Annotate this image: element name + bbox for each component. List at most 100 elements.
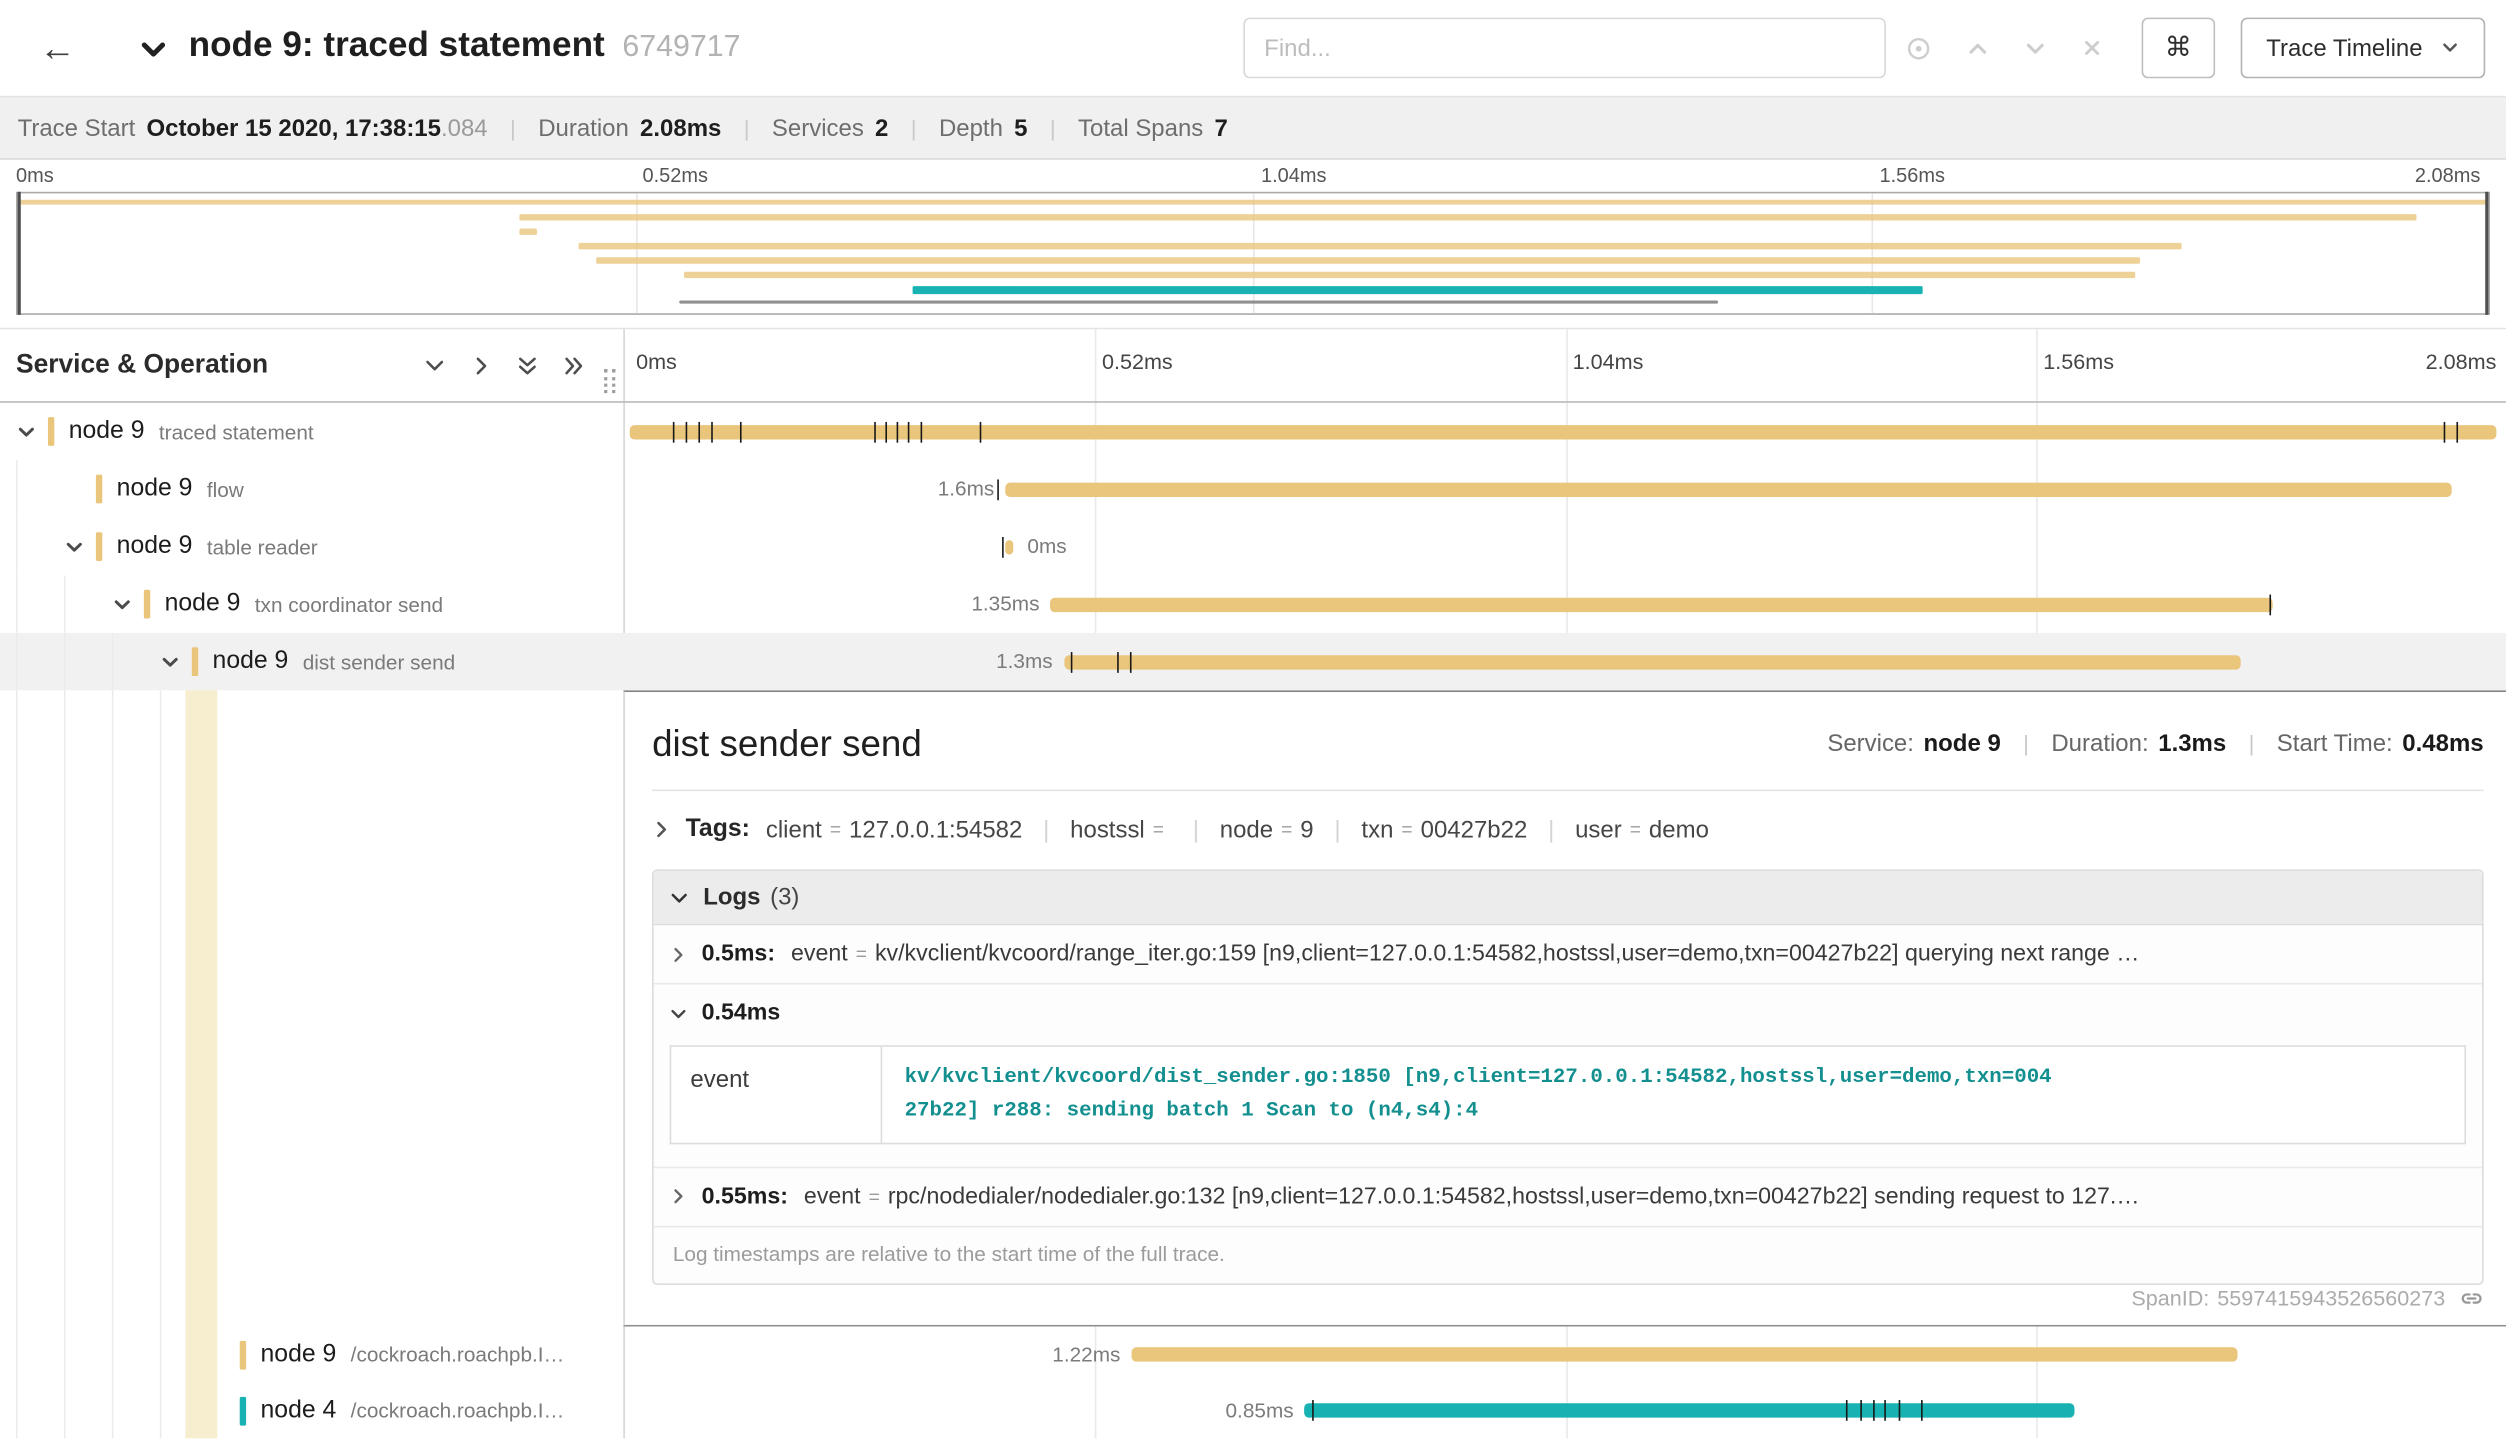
- top-bar: ← node 9: traced statement 6749717 ⌘ Tr: [0, 0, 2506, 96]
- span-detail-panel: dist sender send Service:node 9|Duration…: [623, 690, 2506, 1326]
- chevron-right-icon[interactable]: [652, 820, 671, 839]
- service-name: node 4: [261, 1396, 337, 1425]
- keyboard-shortcuts-button[interactable]: ⌘: [2142, 18, 2216, 79]
- minimap-span-bar: [596, 257, 2140, 263]
- find-input[interactable]: [1243, 18, 1885, 79]
- logs-header[interactable]: Logs (3): [654, 871, 2482, 925]
- span-row: node 9flow1.6ms: [0, 460, 2506, 518]
- log-marker-tick: [672, 421, 674, 442]
- log-marker-tick: [2444, 421, 2446, 442]
- span-name-cell[interactable]: node 9dist sender send: [0, 633, 623, 691]
- span-timeline-cell[interactable]: [623, 403, 2506, 461]
- span-bar[interactable]: [1005, 482, 2451, 496]
- span-name-cell[interactable]: node 4/cockroach.roachpb.I…: [0, 1382, 623, 1438]
- match-scope-button[interactable]: [1905, 34, 1932, 61]
- tag-key: client: [766, 816, 822, 843]
- viewport-handle-left[interactable]: [18, 192, 21, 315]
- span-bar[interactable]: [1305, 1403, 2075, 1417]
- equals-sign: =: [1281, 818, 1292, 840]
- chevron-down-icon: [670, 888, 689, 907]
- log-entry-expanded[interactable]: 0.54ms: [654, 983, 2482, 1042]
- separator: |: [510, 115, 516, 141]
- operation-name: dist sender send: [303, 650, 624, 674]
- summary-label: Depth: [939, 114, 1003, 141]
- splitter-grip[interactable]: [604, 369, 615, 393]
- tag-key: txn: [1361, 816, 1393, 843]
- detail-title-row: dist sender send Service:node 9|Duration…: [652, 718, 2484, 769]
- tree-controls: [424, 329, 585, 401]
- tags-label[interactable]: Tags:: [686, 815, 750, 844]
- equals-sign: =: [1401, 818, 1412, 840]
- separator: |: [2023, 730, 2029, 756]
- span-bar[interactable]: [1064, 654, 2241, 668]
- minimap-span-bar: [578, 243, 2182, 249]
- separator: |: [1050, 115, 1056, 141]
- span-timeline-cell[interactable]: 0ms: [623, 518, 2506, 576]
- span-timeline-cell[interactable]: 0.85ms: [623, 1382, 2506, 1438]
- separator: |: [1193, 816, 1199, 843]
- log-marker-tick: [1117, 651, 1119, 672]
- viewport-handle-right[interactable]: [2485, 192, 2488, 315]
- log-entry[interactable]: 0.55ms: event=rpc/nodedialer/nodedialer.…: [654, 1166, 2482, 1225]
- jaeger-trace-page: ← node 9: traced statement 6749717 ⌘ Tr: [0, 0, 2506, 1438]
- expand-all-button[interactable]: [516, 354, 538, 376]
- span-name-cell[interactable]: node 9table reader: [0, 518, 623, 576]
- tag-value: 127.0.0.1:54582: [849, 816, 1022, 843]
- expander-chevron-icon[interactable]: [16, 421, 48, 442]
- expander-chevron-icon[interactable]: [160, 651, 192, 672]
- span-timeline-cell[interactable]: 1.35ms: [623, 575, 2506, 633]
- service-name: node 9: [69, 417, 145, 446]
- service-color-bar: [240, 1340, 246, 1369]
- span-bar[interactable]: [1132, 1347, 2237, 1361]
- detail-indent-column: [0, 690, 623, 1326]
- log-marker-tick: [1312, 1400, 1314, 1421]
- span-bar[interactable]: [1051, 597, 2273, 611]
- span-timeline-cell[interactable]: 1.22ms: [623, 1327, 2506, 1383]
- expander-chevron-icon[interactable]: [64, 536, 96, 557]
- trace-collapse-chevron-icon[interactable]: [137, 34, 169, 66]
- indent-guide: [112, 690, 114, 1326]
- trace-view-select[interactable]: Trace Timeline: [2241, 18, 2485, 79]
- link-icon[interactable]: [2460, 1287, 2484, 1311]
- span-timeline-cell[interactable]: 1.6ms: [623, 460, 2506, 518]
- summary-label: Total Spans: [1078, 114, 1203, 141]
- back-button[interactable]: ←: [26, 16, 90, 80]
- summary-label: Services: [772, 114, 864, 141]
- span-id-label: SpanID:: [2131, 1287, 2209, 1311]
- span-timeline-cell[interactable]: 1.3ms: [623, 633, 2506, 691]
- expander-chevron-icon[interactable]: [112, 594, 144, 615]
- axis-tick-label: 0.52ms: [642, 165, 708, 187]
- meta-value: 1.3ms: [2158, 730, 2226, 757]
- span-duration-label: 1.35ms: [971, 591, 1039, 615]
- span-name-cell[interactable]: node 9txn coordinator send: [0, 575, 623, 633]
- log-entry[interactable]: 0.5ms: event=kv/kvclient/kvcoord/range_i…: [654, 925, 2482, 983]
- span-row: node 9table reader0ms: [0, 518, 2506, 576]
- span-name: node 9dist sender send: [0, 633, 623, 691]
- trace-minimap: 0ms0.52ms1.04ms1.56ms2.08ms: [0, 160, 2506, 328]
- minimap-axis: 0ms0.52ms1.04ms1.56ms2.08ms: [16, 165, 2490, 189]
- expand-one-button[interactable]: [424, 354, 446, 376]
- axis-tick-label: 1.04ms: [1573, 350, 1644, 374]
- tag-value: 00427b22: [1421, 816, 1528, 843]
- span-duration-label: 0.85ms: [1226, 1398, 1294, 1422]
- clear-search-button[interactable]: [2081, 37, 2103, 59]
- axis-tick-label: 1.56ms: [1879, 165, 1945, 187]
- axis-tick-label: 2.08ms: [2415, 165, 2481, 187]
- equals-sign: =: [1153, 818, 1164, 840]
- logs-section: Logs (3) 0.5ms: event=kv/kvclient/kvcoor…: [652, 869, 2484, 1284]
- double-chevron-right-icon: [563, 354, 585, 376]
- minimap-canvas[interactable]: [16, 192, 2490, 315]
- collapse-all-button[interactable]: [563, 354, 585, 376]
- span-title: dist sender send: [652, 722, 1827, 765]
- log-marker-tick: [2269, 594, 2271, 615]
- span-name-cell[interactable]: node 9traced statement: [0, 403, 623, 461]
- prev-match-button[interactable]: [1966, 36, 1990, 60]
- timeline-header: Service & Operation 0ms0.52ms1.04ms1.56m…: [0, 328, 2506, 403]
- span-name-cell[interactable]: node 9flow: [0, 460, 623, 518]
- span-name-cell[interactable]: node 9/cockroach.roachpb.I…: [0, 1327, 623, 1383]
- trace-title: node 9: traced statement: [189, 24, 605, 66]
- collapse-one-button[interactable]: [470, 354, 492, 376]
- span-bar[interactable]: [1005, 539, 1013, 553]
- next-match-button[interactable]: [2023, 36, 2047, 60]
- minimap-span-bar: [18, 200, 2489, 205]
